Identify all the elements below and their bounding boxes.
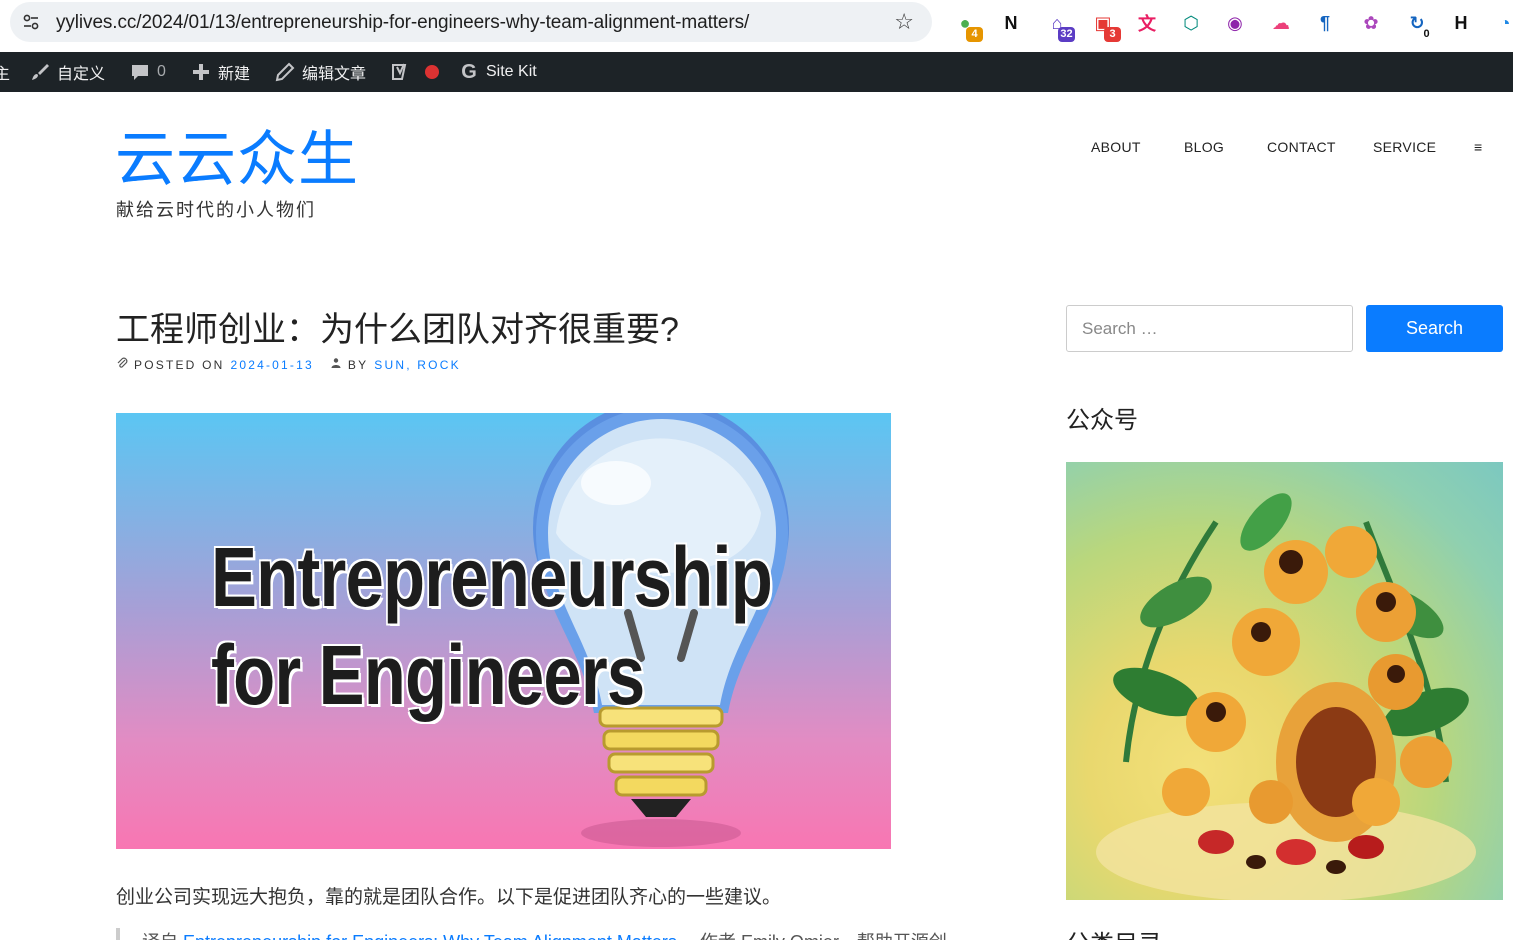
edit-post-label: 编辑文章 <box>302 66 367 83</box>
reader-icon-glyph: ◉ <box>1227 12 1243 33</box>
extension-badge: 4 <box>966 27 983 42</box>
paragraph-icon-glyph: ¶ <box>1319 12 1330 33</box>
post-excerpt: 创业公司实现远大抱负，靠的就是团队合作。以下是促进团队齐心的一些建议。 <box>116 887 782 908</box>
notion-icon-glyph: N <box>1004 12 1018 33</box>
translation-note-quote: 译自 Entrepreneurship for Engineers: Why T… <box>116 928 1016 940</box>
address-bar[interactable]: yylives.cc/2024/01/13/entrepreneurship-f… <box>10 2 932 42</box>
site-title[interactable]: 云云众生 <box>115 124 359 196</box>
wechat-qr-artwork-image <box>1066 462 1503 900</box>
translate-icon-glyph: 文 <box>1138 14 1156 34</box>
by-label: BY <box>347 357 369 372</box>
seo-status-dot <box>425 65 439 79</box>
grid-logo-icon-glyph: ⬡ <box>1183 12 1199 33</box>
comments-button[interactable]: 0 <box>130 52 166 92</box>
new-label: 新建 <box>218 66 251 83</box>
yoast-seo-button[interactable] <box>390 52 439 92</box>
comment-bubble-icon <box>130 62 150 82</box>
admin-bar-site-label: 主 <box>0 66 11 83</box>
extension-badge: 3 <box>1104 27 1121 42</box>
customize-button[interactable]: 自定义 <box>30 52 105 92</box>
nav-item-about[interactable]: ABOUT <box>1091 139 1141 155</box>
reader-icon[interactable]: ◉ <box>1220 8 1250 38</box>
quote-prefix: 译自 <box>142 932 178 940</box>
main-navigation: ABOUT BLOG CONTACT SERVICE ≡ <box>1091 139 1491 159</box>
browser-toolbar: yylives.cc/2024/01/13/entrepreneurship-f… <box>0 0 1513 52</box>
author-link[interactable]: SUN, ROCK <box>374 358 460 372</box>
bookmark-star-icon[interactable]: ☆ <box>894 9 914 35</box>
paragraph-icon[interactable]: ¶ <box>1310 8 1340 38</box>
edit-post-button[interactable]: 编辑文章 <box>275 52 366 92</box>
menu-toggle-icon[interactable]: ≡ <box>1474 139 1482 155</box>
chat-extension-icon[interactable]: ● 4 <box>950 8 983 42</box>
post-date-link[interactable]: 2024-01-13 <box>230 358 313 372</box>
site-description: 献给云时代的小人物们 <box>116 200 316 220</box>
openai-icon-glyph: ✿ <box>1363 12 1379 33</box>
openai-icon[interactable]: ✿ <box>1356 8 1386 38</box>
google-g-icon: G <box>461 60 477 83</box>
nav-item-blog[interactable]: BLOG <box>1184 139 1224 155</box>
plus-icon <box>191 62 211 82</box>
paintbrush-icon <box>30 62 50 82</box>
categories-widget-title: 分类目录 <box>1066 924 1162 940</box>
cloud-icon[interactable]: ☁ <box>1266 8 1296 38</box>
post-title: 工程师创业：为什么团队对齐很重要? <box>116 311 679 349</box>
site-kit-label: Site Kit <box>486 63 537 80</box>
graduation-cap-icon[interactable]: ⌂ 32 <box>1042 8 1075 42</box>
extension-badge: 0 <box>1418 27 1435 42</box>
featured-text-line1: Entrepreneurship <box>211 530 773 624</box>
nav-item-service[interactable]: SERVICE <box>1373 139 1436 155</box>
new-content-button[interactable]: 新建 <box>191 52 250 92</box>
notion-icon[interactable]: N <box>996 8 1026 38</box>
posted-on-label: POSTED ON <box>134 357 225 372</box>
nav-item-contact[interactable]: CONTACT <box>1267 139 1336 155</box>
url-text[interactable]: yylives.cc/2024/01/13/entrepreneurship-f… <box>56 12 749 34</box>
author-icon <box>330 357 342 372</box>
ant-garden-illustration <box>1096 493 1476 900</box>
cloud-icon-glyph: ☁ <box>1272 12 1290 33</box>
paperclip-icon <box>116 357 128 372</box>
featured-text-line2: for Engineers <box>211 628 645 722</box>
featured-image: Entrepreneurship for Engineers <box>116 413 891 849</box>
wechat-widget-title: 公众号 <box>1066 407 1138 434</box>
original-article-link[interactable]: Entrepreneurship for Engineers: Why Team… <box>183 932 677 940</box>
multi-window-icon[interactable]: ▣ 3 <box>1088 8 1121 42</box>
pencil-icon <box>275 62 295 82</box>
blue-logo-icon-glyph: ◔ <box>1499 12 1511 33</box>
extension-badge: 32 <box>1058 27 1075 42</box>
wp-admin-bar: 主 自定义 0 新建 编辑文章 G Site Kit <box>0 52 1513 92</box>
admin-bar-site-partial[interactable]: 主 <box>0 52 10 92</box>
grid-logo-icon[interactable]: ⬡ <box>1176 8 1206 38</box>
yoast-logo-icon <box>390 62 410 82</box>
quote-suffix: ，作者 Emily Omier。帮助开源创 <box>682 932 947 940</box>
translate-icon[interactable]: 文 <box>1132 8 1162 38</box>
search-input[interactable] <box>1066 305 1353 352</box>
h-logo-icon[interactable]: H <box>1446 8 1476 38</box>
blue-logo-icon[interactable]: ◔ <box>1490 8 1513 38</box>
comments-count: 0 <box>157 63 166 80</box>
post-meta: POSTED ON 2024-01-13 BY SUN, ROCK <box>116 357 461 372</box>
customize-label: 自定义 <box>57 66 106 83</box>
rotate-icon[interactable]: ↻ 0 <box>1402 8 1435 42</box>
site-info-icon[interactable] <box>22 13 40 31</box>
h-logo-icon-glyph: H <box>1454 12 1468 33</box>
site-kit-button[interactable]: G Site Kit <box>459 52 537 92</box>
search-button[interactable]: Search <box>1366 305 1503 352</box>
